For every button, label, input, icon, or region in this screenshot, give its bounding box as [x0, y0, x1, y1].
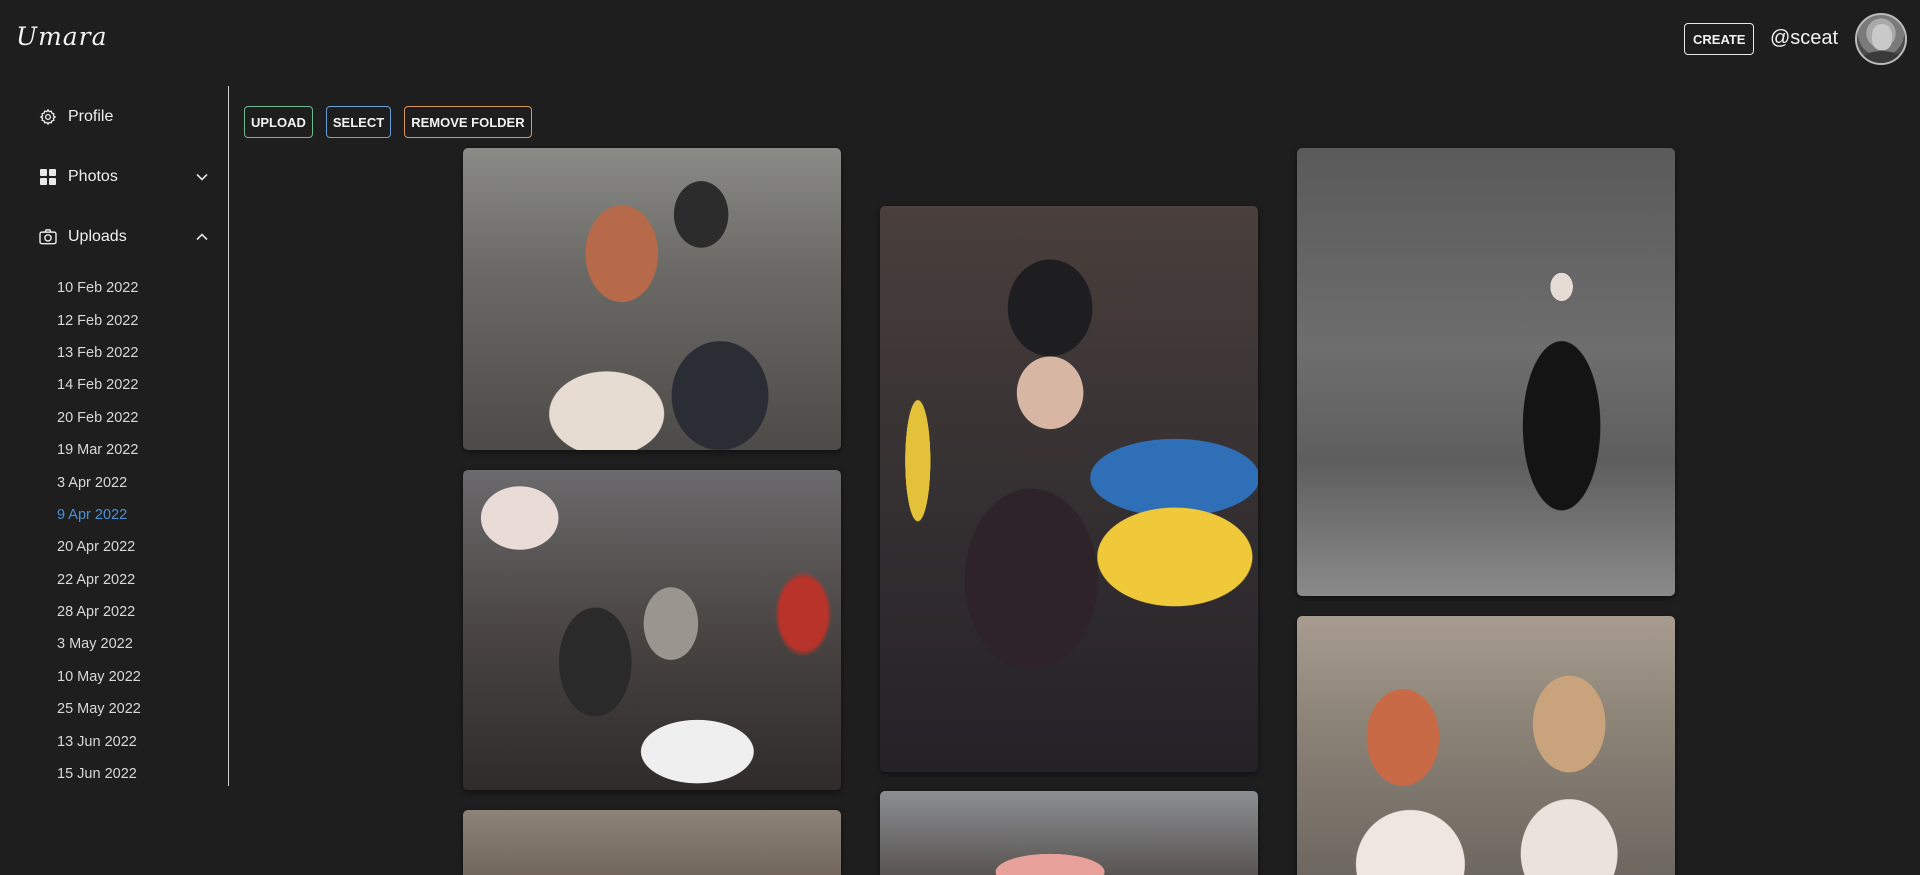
photo-thumbnail[interactable]	[880, 791, 1258, 875]
gear-icon	[38, 107, 58, 127]
photo-thumbnail[interactable]	[1297, 148, 1675, 596]
sidebar-item-label: Uploads	[68, 228, 127, 245]
chevron-up-icon[interactable]	[194, 229, 210, 245]
upload-date-item[interactable]: 14 Feb 2022	[57, 369, 141, 401]
photo-thumbnail[interactable]	[463, 148, 841, 450]
avatar-face	[1872, 24, 1892, 50]
username[interactable]: @sceat	[1770, 27, 1838, 50]
upload-date-item-active[interactable]: 9 Apr 2022	[57, 499, 141, 531]
upload-date-item[interactable]: 13 Feb 2022	[57, 337, 141, 369]
upload-date-item[interactable]: 10 Feb 2022	[57, 272, 141, 304]
chevron-down-icon[interactable]	[194, 169, 210, 185]
upload-date-item[interactable]: 25 May 2022	[57, 693, 141, 725]
sidebar-item-label: Profile	[68, 108, 114, 125]
photo-thumbnail[interactable]	[880, 206, 1258, 772]
upload-date-list: 10 Feb 2022 12 Feb 2022 13 Feb 2022 14 F…	[57, 272, 141, 790]
camera-icon	[38, 227, 58, 247]
sidebar-item-uploads[interactable]: Uploads	[38, 222, 210, 252]
select-button[interactable]: SELECT	[325, 106, 392, 138]
toolbar: UPLOAD SELECT REMOVE FOLDER	[244, 106, 532, 138]
upload-date-item[interactable]: 28 Apr 2022	[57, 596, 141, 628]
remove-folder-button[interactable]: REMOVE FOLDER	[404, 106, 532, 138]
upload-date-item[interactable]: 22 Apr 2022	[57, 564, 141, 596]
app: Umara CREATE @sceat Profile Photos Uploa…	[0, 0, 1920, 875]
upload-date-item[interactable]: 19 Mar 2022	[57, 434, 141, 466]
upload-date-item[interactable]: 12 Feb 2022	[57, 304, 141, 336]
upload-date-item[interactable]: 20 Apr 2022	[57, 531, 141, 563]
create-button[interactable]: CREATE	[1684, 23, 1755, 55]
upload-date-item[interactable]: 13 Jun 2022	[57, 725, 141, 757]
app-logo[interactable]: Umara	[16, 22, 108, 51]
photo-thumbnail[interactable]	[463, 470, 841, 790]
upload-date-item[interactable]: 10 May 2022	[57, 661, 141, 693]
sidebar-item-profile[interactable]: Profile	[38, 102, 210, 132]
upload-date-item[interactable]: 20 Feb 2022	[57, 402, 141, 434]
photo-thumbnail[interactable]	[1297, 616, 1675, 875]
sidebar: Profile Photos Uploads 10 Feb 2022 12 Fe…	[0, 86, 229, 786]
photo-thumbnail[interactable]	[463, 810, 841, 875]
avatar-shoulders	[1861, 51, 1903, 63]
grid-icon	[38, 167, 58, 187]
sidebar-item-label: Photos	[68, 168, 118, 185]
upload-date-item[interactable]: 3 Apr 2022	[57, 466, 141, 498]
avatar[interactable]	[1855, 13, 1907, 65]
upload-date-item[interactable]: 15 Jun 2022	[57, 758, 141, 790]
sidebar-item-photos[interactable]: Photos	[38, 162, 210, 192]
upload-button[interactable]: UPLOAD	[244, 106, 313, 138]
upload-date-item[interactable]: 3 May 2022	[57, 628, 141, 660]
